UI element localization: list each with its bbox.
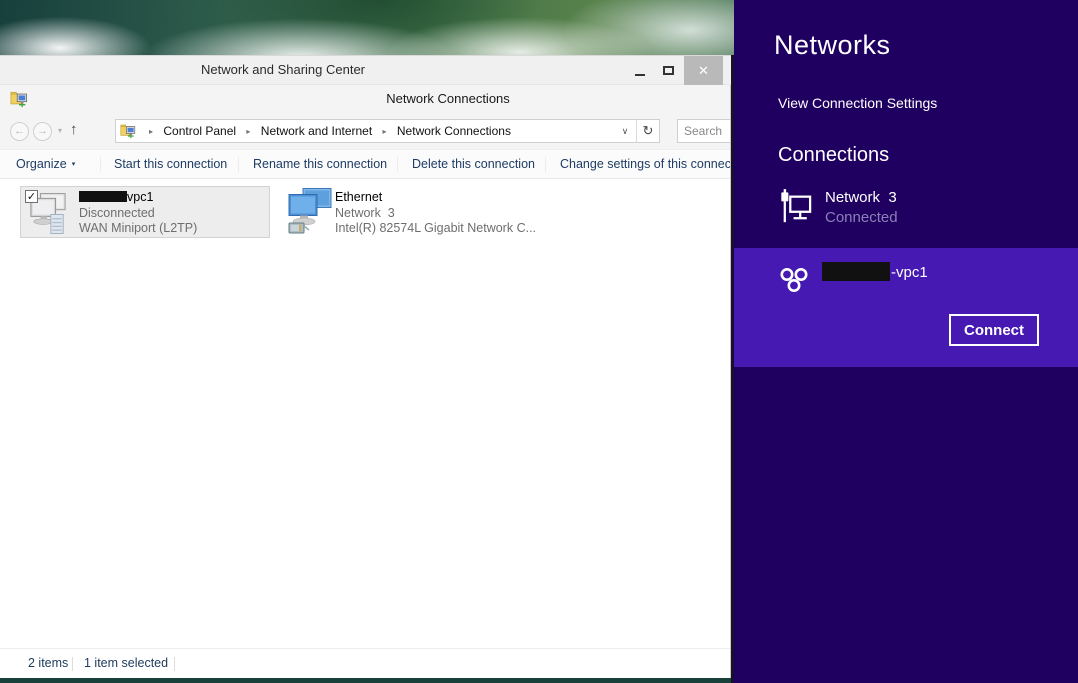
up-button[interactable]: ↑ — [70, 121, 78, 138]
start-connection-button[interactable]: Start this connection — [114, 150, 227, 178]
charm-network-status: Connected — [825, 209, 898, 226]
close-icon: ✕ — [698, 63, 709, 79]
ethernet-device: Intel(R) 82574L Gigabit Network C... — [335, 221, 536, 237]
navigation-bar: ← → ▾ ↑ ▸ Control Panel ▸ Netw — [0, 113, 730, 149]
wired-network-icon — [778, 189, 812, 227]
forward-icon: → — [37, 125, 48, 137]
toolbar-separator — [545, 157, 546, 172]
refresh-button[interactable]: ↻ — [636, 120, 659, 142]
recent-locations-button[interactable]: ▾ — [58, 126, 62, 135]
address-dropdown-button[interactable]: ∨ — [615, 120, 635, 142]
status-bar: 2 items 1 item selected — [0, 648, 730, 678]
file-list-area[interactable]: ✓ vpc1 Disconnected WAN Miniport (L2TP) — [0, 180, 730, 648]
redacted-name — [822, 262, 890, 281]
charm-title: Networks — [774, 30, 891, 61]
vpn-device: WAN Miniport (L2TP) — [79, 221, 197, 237]
nc-window-title: Network Connections — [0, 85, 731, 113]
command-toolbar: Organize▾ Start this connection Rename t… — [0, 149, 730, 179]
networks-charm-panel: Networks View Connection Settings Connec… — [734, 0, 1078, 683]
charm-vpn-item-selected[interactable]: -vpc1 Connect — [734, 248, 1078, 367]
vpn-tile-text: vpc1 Disconnected WAN Miniport (L2TP) — [79, 190, 197, 237]
connections-heading: Connections — [778, 144, 889, 167]
address-location-icon — [120, 123, 136, 139]
breadcrumb: ▸ Control Panel ▸ Network and Internet ▸… — [142, 120, 511, 142]
redacted-name — [79, 191, 127, 202]
ethernet-connection-tile[interactable]: Ethernet Network 3 Intel(R) 82574L Gigab… — [283, 186, 533, 238]
status-separator — [174, 657, 175, 671]
toolbar-separator — [397, 157, 398, 172]
back-icon: ← — [14, 125, 25, 137]
vpn-knot-icon — [778, 265, 812, 296]
selected-count: 1 item selected — [84, 649, 168, 678]
close-button[interactable]: ✕ — [684, 56, 723, 85]
screen: Network and Sharing Center ✕ Network Con… — [0, 0, 1078, 683]
network-connections-window: Network Connections ← → ▾ ↑ ▸ Con — [0, 85, 731, 678]
charm-network-name: Network 3 — [825, 189, 898, 206]
network-sharing-center-titlebar: Network and Sharing Center ✕ — [0, 55, 731, 85]
delete-connection-button[interactable]: Delete this connection — [412, 150, 535, 178]
address-bar[interactable]: ▸ Control Panel ▸ Network and Internet ▸… — [115, 119, 660, 143]
minimize-button[interactable] — [628, 56, 652, 85]
ethernet-tile-text: Ethernet Network 3 Intel(R) 82574L Gigab… — [335, 190, 536, 237]
back-button[interactable]: ← — [10, 122, 29, 141]
vpn-connection-tile[interactable]: ✓ vpc1 Disconnected WAN Miniport (L2TP) — [20, 186, 270, 238]
status-separator — [72, 657, 73, 671]
checkmark-icon: ✓ — [27, 191, 36, 203]
search-input[interactable] — [678, 120, 731, 142]
item-count: 2 items — [28, 649, 68, 678]
change-settings-button[interactable]: Change settings of this connection — [560, 150, 731, 178]
vpn-status: Disconnected — [79, 206, 197, 222]
organize-chevron-icon: ▾ — [72, 161, 76, 168]
rename-connection-button[interactable]: Rename this connection — [253, 150, 387, 178]
maximize-icon — [663, 66, 674, 75]
nsc-window-title: Network and Sharing Center — [0, 56, 566, 84]
vpn-name: vpc1 — [127, 190, 153, 204]
charm-vpn-name: -vpc1 — [822, 262, 928, 281]
breadcrumb-control-panel[interactable]: Control Panel — [163, 124, 236, 138]
breadcrumb-network-connections[interactable]: Network Connections — [397, 124, 511, 138]
organize-menu[interactable]: Organize▾ — [16, 150, 75, 178]
toolbar-separator — [238, 157, 239, 172]
minimize-icon — [635, 74, 645, 76]
crumb-separator-icon: ▸ — [246, 127, 250, 136]
ethernet-network: Network 3 — [335, 206, 536, 222]
breadcrumb-network-and-internet[interactable]: Network and Internet — [261, 124, 372, 138]
nc-titlebar: Network Connections — [0, 85, 730, 113]
charm-ethernet-text: Network 3 Connected — [825, 189, 898, 227]
crumb-separator-icon: ▸ — [149, 127, 153, 136]
view-connection-settings-link[interactable]: View Connection Settings — [778, 95, 937, 111]
connect-button[interactable]: Connect — [949, 314, 1039, 346]
ethernet-computers-icon — [287, 188, 333, 236]
crumb-separator-icon: ▸ — [383, 127, 387, 136]
maximize-button[interactable] — [656, 56, 680, 85]
forward-button[interactable]: → — [33, 122, 52, 141]
tile-checkbox[interactable]: ✓ — [25, 190, 38, 203]
charm-ethernet-item[interactable]: Network 3 Connected — [778, 189, 898, 227]
search-box — [677, 119, 731, 143]
charm-vpn-name-suffix: -vpc1 — [891, 264, 928, 281]
toolbar-separator — [100, 157, 101, 172]
ethernet-name: Ethernet — [335, 190, 536, 206]
